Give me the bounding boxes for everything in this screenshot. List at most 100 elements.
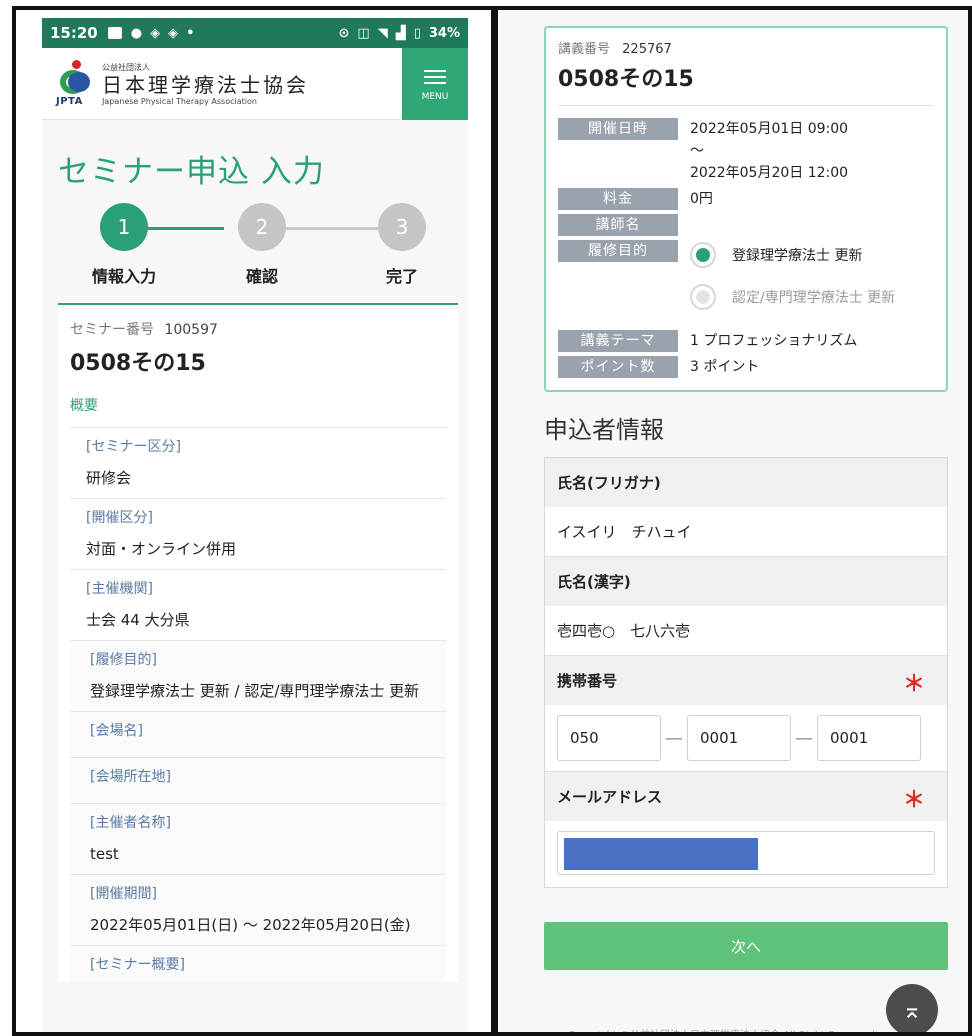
lecture-title: 0508その15 — [558, 61, 934, 106]
signal-icon: ▟ — [395, 25, 406, 41]
mobile-number-label: 携帯番号 ＊ — [545, 655, 947, 705]
seminar-title: 0508その15 — [70, 351, 206, 376]
required-mark: ＊ — [902, 672, 925, 697]
status-right: ⊙ ◫ ◥ ▟ ▯ 34% — [339, 26, 460, 41]
lecture-number: 講義番号 225767 — [558, 38, 934, 57]
lecture-purpose-row: 履修目的 登録理学療法士 更新 認定/専門理学療法士 更新 — [558, 240, 934, 312]
kana-name-value: イスイリ チハュイ — [557, 523, 692, 541]
kana-name-label: 氏名(フリガナ) — [545, 458, 947, 507]
chat-notification-icon: ● — [130, 25, 143, 41]
progress-steps: 1 2 3 情報入力 確認 完了 — [42, 203, 468, 305]
radio-disabled-icon[interactable] — [690, 284, 716, 310]
right-screenshot-panel: 講義番号 225767 0508その15 開催日時 2022年05月01日 09… — [494, 6, 972, 1036]
step-3-circle: 3 — [378, 203, 426, 251]
page-title: セミナー申込 入力 — [58, 154, 325, 190]
lecture-card: 講義番号 225767 0508その15 開催日時 2022年05月01日 09… — [544, 26, 948, 392]
datetime-tag: 開催日時 — [558, 118, 678, 140]
lecture-datetime-row: 開催日時 2022年05月01日 09:00 ～ 2022年05月20日 12:… — [558, 118, 934, 184]
seminar-details: セミナー番号 100597 0508その15 概要 [セミナー区分] 研修会 [… — [58, 309, 458, 982]
org-name-en: Japanese Physical Therapy Association — [102, 96, 257, 106]
jpta-logo-icon[interactable]: JPTA — [56, 58, 96, 110]
lecture-number-label: 講義番号 — [558, 42, 611, 57]
theme-value: 1 プロフェッショナリズム — [690, 333, 858, 349]
lecture-attributes: 開催日時 2022年05月01日 09:00 ～ 2022年05月20日 12:… — [558, 118, 934, 378]
kanji-name-label: 氏名(漢字) — [545, 556, 947, 606]
shield-notification-icon-2: ◈ — [168, 25, 179, 41]
battery-percent: 34% — [428, 25, 460, 41]
lecture-points-row: ポイント数 3 ポイント — [558, 356, 934, 378]
copyright-text: Copyright ©公益社団法人日本理学療法士協会 All Right Res… — [568, 1030, 879, 1036]
site-logo-text[interactable]: 公益社団法人 日本理学療法士協会 Japanese Physical Thera… — [102, 62, 309, 106]
application-form-area: 講義番号 225767 0508その15 開催日時 2022年05月01日 09… — [544, 26, 948, 970]
next-button[interactable]: 次へ — [544, 922, 948, 970]
detail-venue-address: [会場所在地] — [70, 758, 446, 804]
phone-separator: — — [795, 727, 813, 749]
detail-seminar-type: [セミナー区分] 研修会 — [70, 428, 446, 499]
step-connector-2 — [272, 227, 378, 230]
detail-event-type: [開催区分] 対面・オンライン併用 — [70, 499, 446, 570]
site-header: JPTA 公益社団法人 日本理学療法士協会 Japanese Physical … — [42, 48, 468, 120]
detail-period: [開催期間] 2022年05月01日(日) ～ 2022年05月20日(金) — [70, 875, 446, 946]
scroll-to-top-icon[interactable]: ⌅ — [886, 984, 938, 1032]
org-name: 日本理学療法士協会 — [102, 72, 309, 97]
detail-host-organization: [主催機関] 士会 44 大分県 — [70, 570, 446, 641]
radio-selected-icon[interactable] — [690, 242, 716, 268]
vibrate-icon: ◫ — [357, 25, 370, 41]
phone-screen-left: 15:20 ● ◈ ◈ • ⊙ ◫ ◥ ▟ ▯ 34% JPTA 公益社団法人 … — [42, 18, 468, 1032]
seminar-number-value: 100597 — [164, 322, 218, 338]
lecture-theme-row: 講義テーマ 1 プロフェッショナリズム — [558, 330, 934, 352]
purpose-radio-group: 登録理学療法士 更新 認定/専門理学療法士 更新 — [690, 240, 895, 312]
purpose-option-certified[interactable]: 認定/専門理学療法士 更新 — [690, 282, 895, 312]
kanji-name-value: 壱四壱○ 七八六壱 — [557, 622, 691, 640]
required-mark: ＊ — [902, 788, 925, 813]
applicant-heading: 申込者情報 — [544, 416, 664, 444]
gallery-notification-icon — [107, 27, 122, 39]
phone-part-3-input[interactable]: 0001 — [817, 715, 921, 761]
lecture-lecturer-row: 講師名 — [558, 214, 934, 236]
status-bar: 15:20 ● ◈ ◈ • ⊙ ◫ ◥ ▟ ▯ 34% — [42, 18, 468, 48]
step-1-circle: 1 — [100, 203, 148, 251]
fee-value: 0円 — [690, 191, 713, 207]
points-tag: ポイント数 — [558, 356, 678, 378]
phone-separator: — — [665, 727, 683, 749]
step-1-label: 情報入力 — [91, 267, 156, 286]
email-row — [545, 821, 947, 887]
applicant-form: 氏名(フリガナ) イスイリ チハュイ 氏名(漢字) 壱四壱○ 七八六壱 携帯番号… — [544, 457, 948, 888]
detail-seminar-summary: [セミナー概要] — [70, 946, 446, 982]
purpose-option-registered[interactable]: 登録理学療法士 更新 — [690, 240, 895, 270]
menu-label: MENU — [421, 92, 449, 102]
step-2-label: 確認 — [245, 267, 278, 286]
purpose-tag: 履修目的 — [558, 240, 678, 262]
seminar-number: セミナー番号 100597 — [70, 319, 446, 339]
org-type: 公益社団法人 — [102, 62, 150, 72]
detail-venue-name: [会場名] — [70, 712, 446, 758]
email-input[interactable] — [557, 831, 935, 875]
section-divider — [58, 303, 458, 305]
shield-notification-icon: ◈ — [150, 25, 161, 41]
detail-organizer-name: [主催者名称] test — [70, 804, 446, 875]
status-time: 15:20 — [50, 24, 98, 42]
menu-button[interactable]: MENU — [402, 48, 468, 120]
step-2-circle: 2 — [238, 203, 286, 251]
phone-part-1-input[interactable]: 050 — [557, 715, 661, 761]
hamburger-icon — [424, 66, 446, 88]
lecture-fee-row: 料金 0円 — [558, 188, 934, 210]
theme-tag: 講義テーマ — [558, 330, 678, 352]
lecturer-tag: 講師名 — [558, 214, 678, 236]
lecture-number-value: 225767 — [622, 42, 672, 57]
email-label: メールアドレス ＊ — [545, 771, 947, 821]
more-notifications-icon: • — [186, 25, 195, 41]
email-redaction — [564, 838, 758, 870]
left-screenshot-panel: 15:20 ● ◈ ◈ • ⊙ ◫ ◥ ▟ ▯ 34% JPTA 公益社団法人 … — [12, 6, 495, 1036]
seminar-number-label: セミナー番号 — [70, 322, 154, 338]
detail-purpose: [履修目的] 登録理学療法士 更新 / 認定/専門理学療法士 更新 — [70, 641, 446, 712]
datetime-value: 2022年05月01日 09:00 ～ 2022年05月20日 12:00 — [690, 121, 849, 181]
wifi-icon: ◥ — [377, 25, 388, 41]
phone-part-2-input[interactable]: 0001 — [687, 715, 791, 761]
overview-heading: 概要 — [70, 395, 446, 428]
step-3-label: 完了 — [385, 267, 418, 286]
mobile-number-inputs: 050 — 0001 — 0001 — [545, 705, 947, 771]
fee-tag: 料金 — [558, 188, 678, 210]
points-value: 3 ポイント — [690, 359, 760, 375]
location-icon: ⊙ — [338, 25, 350, 41]
